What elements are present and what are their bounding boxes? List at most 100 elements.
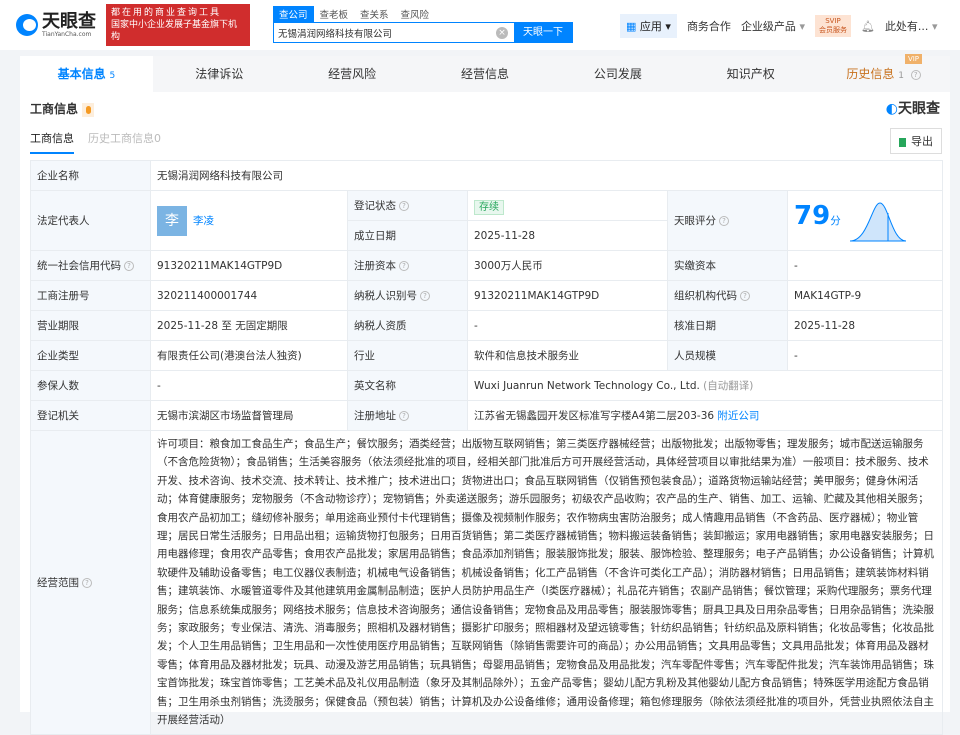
section-title: 工商信息 [30, 100, 94, 117]
search-button[interactable]: 天眼一下 [514, 23, 572, 42]
label: 行业 [348, 341, 468, 371]
search-tab-risk[interactable]: 查风险 [395, 6, 436, 22]
logo-icon [16, 14, 38, 36]
tab-operation-info[interactable]: 经营信息 [419, 56, 552, 92]
main-tabs: 基本信息 5 法律诉讼 经营风险 经营信息 公司发展 知识产权 VIP历史信息 … [20, 56, 950, 92]
enterprise-label: 企业级产品 [741, 20, 796, 33]
label: 实缴资本 [668, 251, 788, 281]
logo-sub: TianYanCha.com [42, 31, 96, 38]
company-name: 无锡涓润网络科技有限公司 [151, 161, 943, 191]
export-button[interactable]: 导出 [890, 128, 942, 154]
user-menu[interactable]: 此处有... ▾ [885, 18, 938, 34]
tab-count: 5 [109, 71, 115, 81]
label-text: 注册资本 [354, 260, 396, 272]
info-badge-icon [82, 103, 94, 117]
table-row: 企业类型 有限责任公司(港澳台法人独资) 行业 软件和信息技术服务业 人员规模 … [31, 341, 943, 371]
search-area: 查公司 查老板 查关系 查风险 × 天眼一下 [273, 6, 573, 43]
industry: 软件和信息技术服务业 [468, 341, 668, 371]
help-icon[interactable]: ? [719, 216, 729, 226]
tab-count: 1 [898, 71, 904, 81]
export-label: 导出 [911, 135, 933, 148]
insured-count: - [151, 371, 348, 401]
business-info-table: 企业名称 无锡涓润网络科技有限公司 法定代表人 李李凌 登记状态? 存续 天眼评… [30, 160, 943, 735]
help-icon[interactable]: ? [124, 261, 134, 271]
user-name: 此处有... [885, 20, 929, 33]
help-icon[interactable]: ? [399, 411, 409, 421]
founded-date: 2025-11-28 [468, 221, 668, 251]
enterprise-products-menu[interactable]: 企业级产品 ▾ [741, 18, 805, 34]
address-cell: 江苏省无锡蠡园开发区标准写字楼A4第二层203-36 附近公司 [468, 401, 943, 431]
subtab-business-info[interactable]: 工商信息 [30, 130, 74, 154]
search-tab-boss[interactable]: 查老板 [314, 6, 355, 22]
label-text: 经营范围 [37, 577, 79, 589]
label: 企业名称 [31, 161, 151, 191]
status-cell: 存续 [468, 191, 668, 221]
table-row: 登记机关 无锡市滨湖区市场监督管理局 注册地址? 江苏省无锡蠡园开发区标准写字楼… [31, 401, 943, 431]
legal-rep-link[interactable]: 李凌 [193, 215, 214, 227]
business-cooperation-link[interactable]: 商务合作 [687, 18, 731, 34]
clear-icon[interactable]: × [496, 27, 508, 39]
slogan-line: 国家中小企业发展子基金旗下机构 [111, 19, 245, 43]
tab-ip[interactable]: 知识产权 [684, 56, 817, 92]
label: 登记机关 [31, 401, 151, 431]
nearby-companies-link[interactable]: 附近公司 [717, 410, 759, 422]
score-cell[interactable]: 79分 [788, 191, 943, 251]
tab-history[interactable]: VIP历史信息 1 ? [817, 56, 950, 92]
label: 英文名称 [348, 371, 468, 401]
label: 天眼评分? [668, 191, 788, 251]
table-row: 工商注册号 320211400001744 纳税人识别号? 91320211MA… [31, 281, 943, 311]
help-icon[interactable]: ? [82, 578, 92, 588]
label-text: 纳税人识别号 [354, 290, 417, 302]
slogan-banner: 都在用的商业查询工具国家中小企业发展子基金旗下机构 [106, 4, 250, 46]
score-unit: 分 [830, 215, 841, 227]
paid-capital: - [788, 251, 943, 281]
label: 统一社会信用代码? [31, 251, 151, 281]
help-icon[interactable]: ? [399, 261, 409, 271]
taxpayer-id: 91320211MAK14GTP9D [468, 281, 668, 311]
label: 核准日期 [668, 311, 788, 341]
label: 工商注册号 [31, 281, 151, 311]
slogan-line: 都在用的商业查询工具 [111, 7, 245, 19]
table-row: 参保人数 - 英文名称 Wuxi Juanrun Network Technol… [31, 371, 943, 401]
label: 注册地址? [348, 401, 468, 431]
label: 注册资本? [348, 251, 468, 281]
help-icon[interactable]: ? [740, 291, 750, 301]
search-input[interactable] [274, 23, 490, 42]
search-tab-relation[interactable]: 查关系 [354, 6, 395, 22]
help-icon[interactable]: ? [399, 201, 409, 211]
watermark-text: 天眼查 [898, 101, 940, 117]
tab-basic-info[interactable]: 基本信息 5 [20, 56, 153, 92]
tab-label: 基本信息 [58, 67, 106, 81]
label: 纳税人识别号? [348, 281, 468, 311]
table-row: 营业期限 2025-11-28 至 无固定期限 纳税人资质 - 核准日期 202… [31, 311, 943, 341]
label: 组织机构代码? [668, 281, 788, 311]
registered-address: 江苏省无锡蠡园开发区标准写字楼A4第二层203-36 [474, 410, 714, 422]
registration-number: 320211400001744 [151, 281, 348, 311]
bell-icon[interactable]: 🔔︎ [861, 20, 875, 33]
label-text: 天眼评分 [674, 215, 716, 227]
excel-icon [899, 138, 906, 147]
svip-button[interactable]: SVIP会员服务 [815, 15, 851, 37]
tab-legal[interactable]: 法律诉讼 [153, 56, 286, 92]
label: 法定代表人 [31, 191, 151, 251]
tab-development[interactable]: 公司发展 [551, 56, 684, 92]
label: 企业类型 [31, 341, 151, 371]
table-row: 法定代表人 李李凌 登记状态? 存续 天眼评分? 79分 [31, 191, 943, 221]
help-icon[interactable]: ? [911, 70, 921, 80]
label: 纳税人资质 [348, 311, 468, 341]
subtab-history-business-info[interactable]: 历史工商信息0 [88, 130, 161, 154]
grid-icon: ▦ [626, 20, 636, 33]
english-name-cell: Wuxi Juanrun Network Technology Co., Ltd… [468, 371, 943, 401]
apps-menu[interactable]: ▦ 应用 ▾ [620, 14, 677, 38]
credit-code: 91320211MAK14GTP9D [151, 251, 348, 281]
business-scope: 许可项目：粮食加工食品生产；食品生产；餐饮服务；酒类经营；出版物互联网销售；第三… [151, 431, 943, 735]
vip-badge: VIP [905, 54, 922, 64]
tab-operation-risk[interactable]: 经营风险 [286, 56, 419, 92]
help-icon[interactable]: ? [420, 291, 430, 301]
label: 登记状态? [348, 191, 468, 221]
taxpayer-qualification: - [468, 311, 668, 341]
watermark-logo: ◐天眼查 [886, 98, 940, 118]
logo[interactable]: 天眼查TianYanCha.com [16, 13, 96, 38]
label-text: 登记状态 [354, 200, 396, 212]
search-tab-company[interactable]: 查公司 [273, 6, 314, 22]
